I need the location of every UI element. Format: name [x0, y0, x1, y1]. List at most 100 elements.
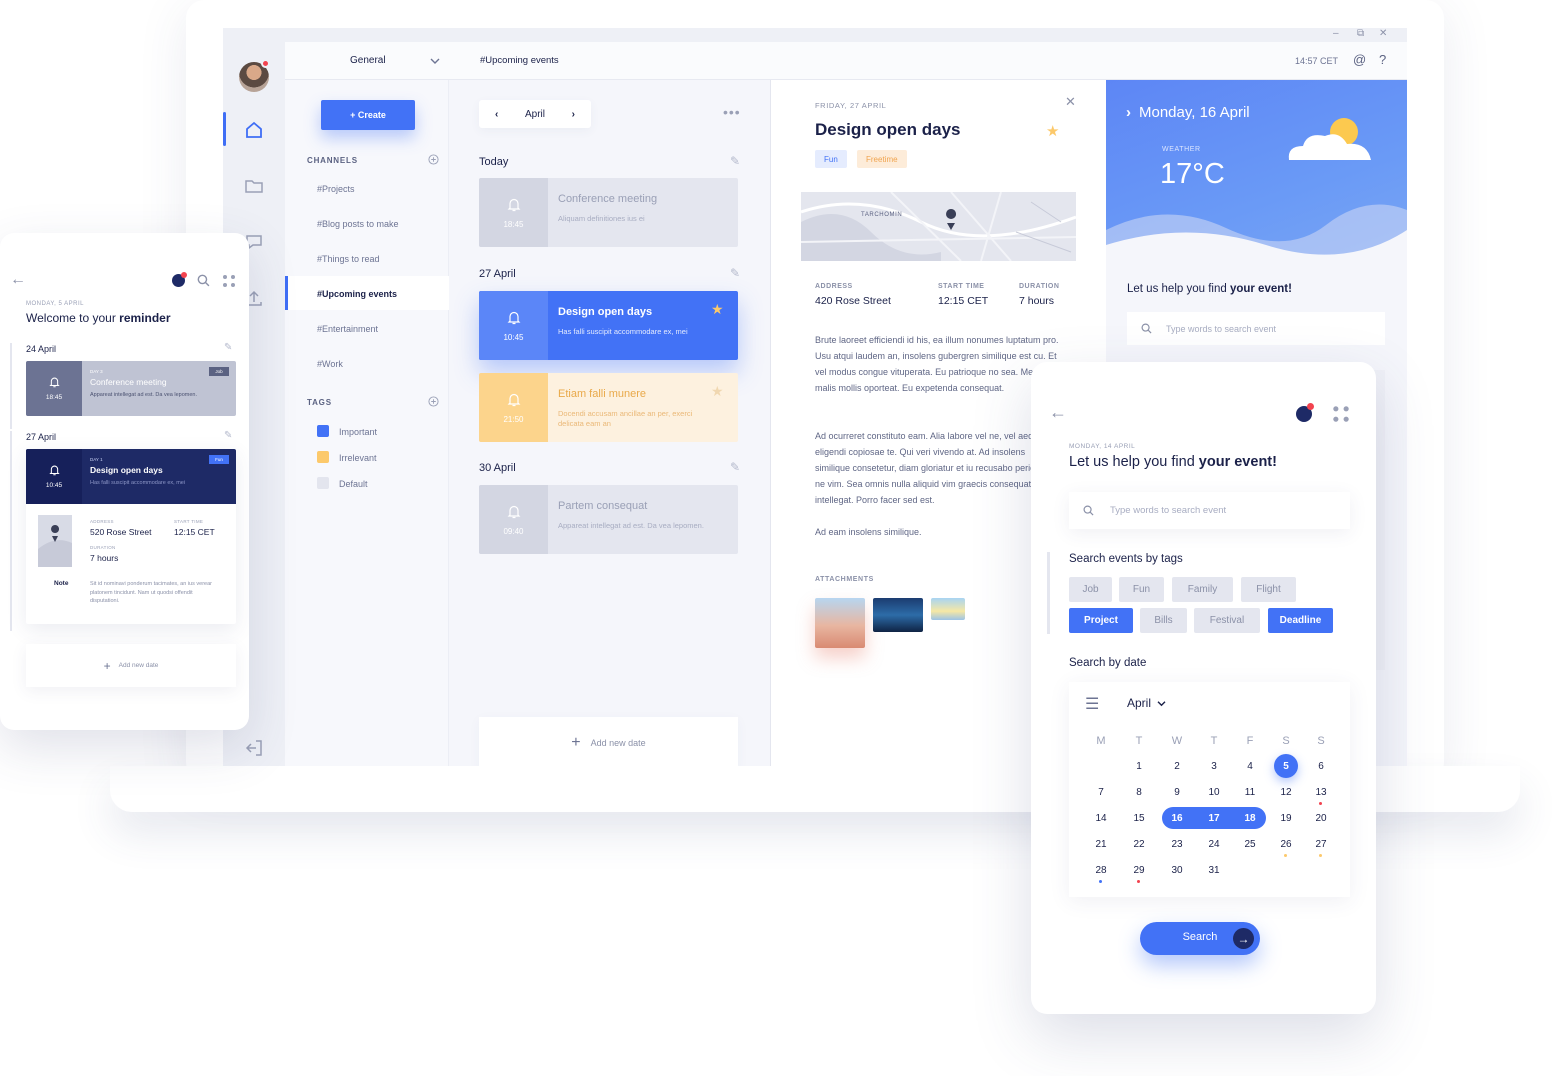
attachment-thumbnail[interactable] [931, 598, 965, 620]
star-icon[interactable]: ★ [711, 301, 724, 318]
mini-map[interactable] [38, 515, 72, 567]
chip-fun[interactable]: Fun [815, 150, 847, 168]
calendar-day[interactable]: 15 [1126, 807, 1152, 829]
attachment-thumbnail[interactable] [815, 598, 865, 648]
search-input[interactable]: Type words to search event [1069, 492, 1350, 529]
star-icon[interactable]: ★ [711, 383, 724, 400]
back-arrow-icon[interactable]: ← [1049, 402, 1067, 423]
calendar-day[interactable]: 16 [1164, 807, 1190, 829]
add-date-button[interactable]: + Add new date [26, 644, 236, 687]
calendar-day[interactable]: 1 [1126, 755, 1152, 777]
sidebar-item-upcoming-events[interactable]: #Upcoming events [317, 289, 397, 299]
calendar-day[interactable]: 17 [1201, 807, 1227, 829]
calendar-day[interactable]: 10 [1201, 781, 1227, 803]
calendar-day[interactable]: 8 [1126, 781, 1152, 803]
calendar-month-select[interactable]: April [1127, 696, 1166, 710]
calendar-day[interactable]: 25 [1237, 833, 1263, 855]
event-card-design-open-days[interactable]: 10:45 DAY 1 Design open days Has falli s… [26, 449, 236, 624]
calendar-day[interactable]: 21 [1088, 833, 1114, 855]
calendar-day[interactable]: 23 [1164, 833, 1190, 855]
calendar-day[interactable]: 30 [1164, 859, 1190, 881]
event-card-design-open-days[interactable]: 10:45 Design open days Has falli suscipi… [479, 291, 738, 360]
tag-project[interactable]: Project [1069, 608, 1133, 633]
calendar-day[interactable]: 31 [1201, 859, 1227, 881]
close-icon[interactable]: ✕ [1065, 94, 1076, 110]
event-card-conference[interactable]: 18:45 Conference meeting Aliquam definit… [479, 178, 738, 247]
map[interactable]: TARCHOMIN [801, 192, 1076, 261]
star-icon[interactable]: ★ [1046, 122, 1059, 140]
grid-menu-icon[interactable] [222, 274, 236, 288]
more-options-icon[interactable]: ••• [723, 104, 741, 120]
home-icon[interactable] [244, 120, 264, 140]
tag-festival[interactable]: Festival [1194, 608, 1260, 633]
add-tag-icon[interactable] [428, 396, 439, 407]
calendar-day[interactable]: 19 [1273, 807, 1299, 829]
tag-family[interactable]: Family [1172, 577, 1233, 602]
help-icon[interactable]: ? [1379, 52, 1386, 67]
edit-icon[interactable]: ✎ [730, 266, 740, 280]
add-channel-icon[interactable] [428, 154, 439, 165]
add-date-button[interactable]: + Add new date [479, 717, 738, 766]
calendar-day[interactable]: 22 [1126, 833, 1152, 855]
calendar-day[interactable]: 3 [1201, 755, 1227, 777]
calendar-day[interactable]: 27 [1308, 833, 1334, 855]
attachment-thumbnail[interactable] [873, 598, 923, 632]
tag-irrelevant[interactable]: Irrelevant [339, 453, 377, 463]
restore-button[interactable]: ⧉ [1357, 28, 1364, 39]
calendar-day[interactable]: 28 [1088, 859, 1114, 881]
minimize-button[interactable]: – [1333, 28, 1339, 39]
calendar-day[interactable]: 18 [1237, 807, 1263, 829]
calendar-day[interactable]: 11 [1237, 781, 1263, 803]
calendar-day[interactable]: 20 [1308, 807, 1334, 829]
calendar-day[interactable]: 5 [1274, 754, 1298, 778]
event-card-etiam[interactable]: 21:50 Etiam falli munere Docendi accusam… [479, 373, 738, 442]
calendar-day[interactable]: 6 [1308, 755, 1334, 777]
tag-job[interactable]: Job [1069, 577, 1112, 602]
event-card-conference[interactable]: 18:45 DAY 3 Conference meeting Appareat … [26, 361, 236, 416]
mention-icon[interactable]: @ [1353, 52, 1366, 67]
sidebar-item-entertainment[interactable]: #Entertainment [317, 324, 378, 334]
event-card-partem[interactable]: 09:40 Partem consequat Appareat intelleg… [479, 485, 738, 554]
next-month-button[interactable]: › [572, 109, 575, 120]
create-button[interactable]: + Create [321, 100, 415, 130]
tag-default[interactable]: Default [339, 479, 368, 489]
edit-icon[interactable]: ✎ [224, 430, 232, 441]
tag-important[interactable]: Important [339, 427, 377, 437]
chip-freetime[interactable]: Freetime [857, 150, 907, 168]
tag-flight[interactable]: Flight [1241, 577, 1296, 602]
hamburger-icon[interactable]: ☰ [1085, 694, 1099, 714]
calendar-day[interactable]: 26 [1273, 833, 1299, 855]
close-window-button[interactable]: ✕ [1379, 28, 1387, 39]
chevron-down-icon[interactable] [430, 57, 440, 65]
chevron-right-icon[interactable]: › [1126, 104, 1131, 121]
search-icon[interactable] [197, 274, 210, 287]
tag-bills[interactable]: Bills [1140, 608, 1187, 633]
logout-icon[interactable] [244, 738, 264, 758]
edit-icon[interactable]: ✎ [730, 460, 740, 474]
tag-deadline[interactable]: Deadline [1268, 608, 1333, 633]
calendar-day[interactable]: 2 [1164, 755, 1190, 777]
edit-icon[interactable]: ✎ [224, 342, 232, 353]
calendar-day[interactable]: 12 [1273, 781, 1299, 803]
back-arrow-icon[interactable]: ← [10, 271, 26, 289]
prev-month-button[interactable]: ‹ [495, 109, 498, 120]
search-button[interactable]: Search → [1140, 922, 1260, 955]
calendar-day[interactable]: 4 [1237, 755, 1263, 777]
calendar-day[interactable]: 9 [1164, 781, 1190, 803]
folder-icon[interactable] [244, 176, 264, 196]
workspace-select[interactable]: General [350, 55, 386, 66]
calendar-day[interactable]: 7 [1088, 781, 1114, 803]
search-input[interactable]: Type words to search event [1127, 312, 1385, 345]
calendar-day[interactable]: 29 [1126, 859, 1152, 881]
tag-fun[interactable]: Fun [1119, 577, 1164, 602]
calendar-day[interactable]: 13 [1308, 781, 1334, 803]
sidebar-item-work[interactable]: #Work [317, 359, 343, 369]
calendar-day[interactable]: 24 [1201, 833, 1227, 855]
sidebar-item-things-to-read[interactable]: #Things to read [317, 254, 380, 264]
edit-icon[interactable]: ✎ [730, 154, 740, 168]
sidebar-item-blog-posts[interactable]: #Blog posts to make [317, 219, 399, 229]
weekday-label: T [1135, 735, 1143, 747]
sidebar-item-projects[interactable]: #Projects [317, 184, 355, 194]
grid-menu-icon[interactable] [1332, 405, 1350, 423]
calendar-day[interactable]: 14 [1088, 807, 1114, 829]
